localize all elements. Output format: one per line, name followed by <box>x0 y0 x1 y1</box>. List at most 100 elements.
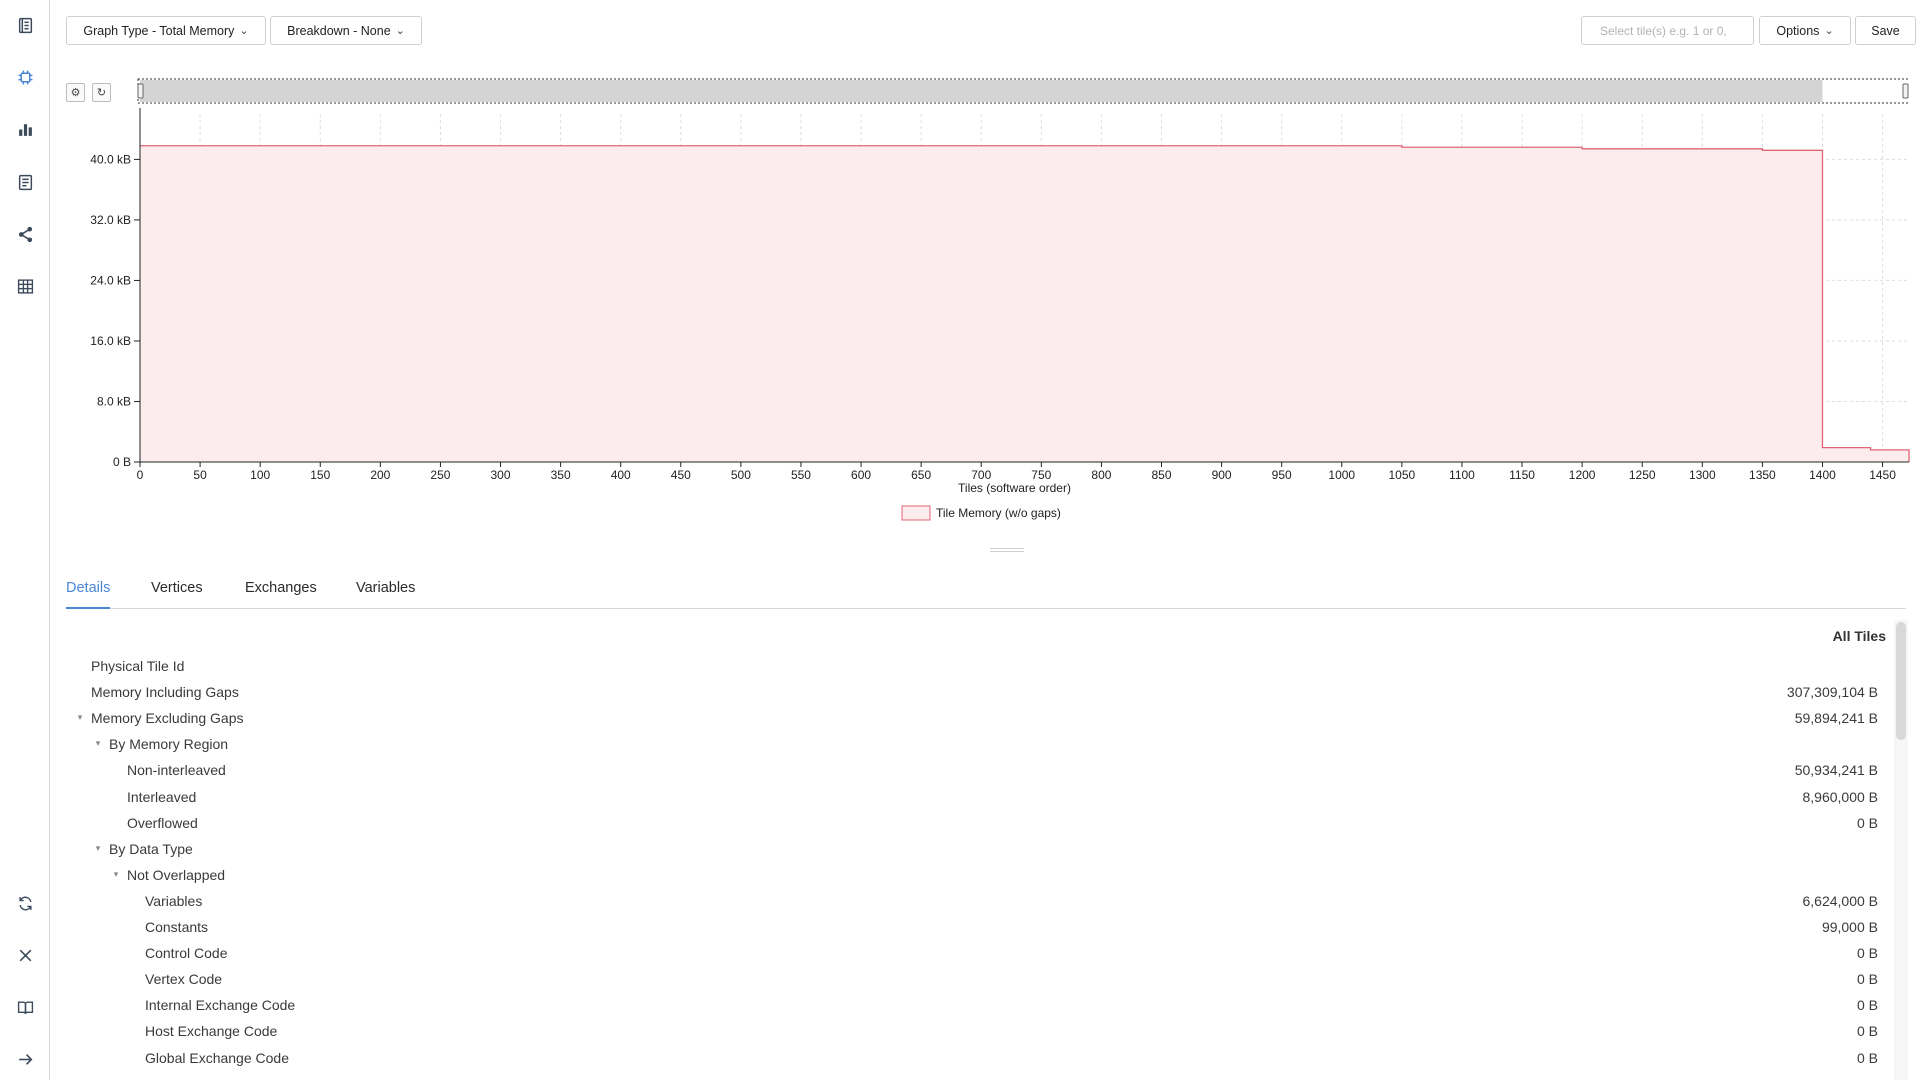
report-icon[interactable] <box>13 13 37 37</box>
x-tick-label: 50 <box>193 468 207 482</box>
share-icon[interactable] <box>13 222 37 246</box>
x-tick-label: 300 <box>491 468 511 482</box>
close-icon[interactable] <box>13 943 37 967</box>
x-tick-label: 1150 <box>1509 468 1535 482</box>
detail-row-value: 0 B <box>1856 1049 1878 1066</box>
arrow-right-icon[interactable] <box>13 1047 37 1071</box>
x-tick-label: 100 <box>250 468 270 482</box>
detail-row-value: 0 B <box>1856 971 1878 988</box>
detail-row: Non-interleaved 50,934,241 B <box>66 758 1886 784</box>
tile-select-input[interactable] <box>1581 16 1754 45</box>
x-tick-label: 600 <box>851 468 871 482</box>
x-tick-label: 1000 <box>1328 468 1355 482</box>
y-tick-label: 24.0 kB <box>90 273 131 287</box>
tab-details[interactable]: Details <box>66 576 111 609</box>
left-rail <box>0 0 50 1080</box>
detail-row-value: 50,934,241 B <box>1794 762 1878 779</box>
detail-row-label: Not Overlapped <box>127 866 226 883</box>
detail-row-label: Control Code <box>145 945 228 962</box>
detail-row-value: 0 B <box>1856 945 1878 962</box>
range-handle[interactable] <box>1902 83 1909 99</box>
detail-row[interactable]: ▾ By Data Type <box>66 837 1886 863</box>
detail-row-label: Non-interleaved <box>127 762 226 779</box>
chevron-down-icon: ⌄ <box>395 25 405 37</box>
y-tick-label: 0 B <box>113 455 131 469</box>
options-dropdown[interactable]: Options ⌄ <box>1759 16 1851 45</box>
detail-row: Global Exchange Code 0 B <box>66 1046 1886 1072</box>
x-tick-label: 850 <box>1151 468 1171 482</box>
x-tick-label: 750 <box>1031 468 1051 482</box>
book-icon[interactable] <box>13 995 37 1019</box>
x-tick-label: 150 <box>310 468 330 482</box>
detail-row[interactable]: ▾ Not Overlapped <box>66 863 1886 889</box>
memory-chart-svg: 0 B 8.0 kB 16.0 kB 24.0 kB 32.0 kB 40.0 kB 0 50… <box>90 78 1910 521</box>
expand-caret-icon[interactable]: ▾ <box>92 737 104 749</box>
x-tick-label: 250 <box>430 468 450 482</box>
x-tick-label: 350 <box>551 468 571 482</box>
legend-label: Tile Memory (w/o gaps) <box>936 506 1061 520</box>
detail-row: Physical Tile Id <box>66 654 1886 680</box>
breakdown-label: Breakdown - None <box>287 23 391 38</box>
expand-caret-icon[interactable]: ▾ <box>74 711 86 723</box>
detail-row-label: Memory Excluding Gaps <box>91 710 244 727</box>
detail-row-value: 0 B <box>1856 997 1878 1014</box>
y-tick-label: 16.0 kB <box>90 334 131 348</box>
detail-row-value: 0 B <box>1856 814 1878 831</box>
x-tick-label: 1300 <box>1689 468 1716 482</box>
x-tick-label: 650 <box>911 468 931 482</box>
details-scrollbar[interactable] <box>1896 622 1906 740</box>
x-tick-label: 1100 <box>1449 468 1475 482</box>
range-handle[interactable] <box>137 83 144 99</box>
detail-row-label: Memory Including Gaps <box>91 684 239 701</box>
tab-vertices[interactable]: Vertices <box>151 576 203 609</box>
detail-row: Constants 99,000 B <box>66 915 1886 941</box>
save-button[interactable]: Save <box>1855 16 1916 45</box>
detail-row-label: Host Exchange Code <box>145 1023 278 1040</box>
detail-row: Variables 6,624,000 B <box>66 889 1886 915</box>
detail-row-label: Physical Tile Id <box>91 658 185 674</box>
expand-caret-icon[interactable]: ▾ <box>92 842 104 854</box>
x-tick-label: 400 <box>611 468 631 482</box>
series-area <box>140 145 1909 462</box>
detail-row[interactable]: ▾ By Memory Region <box>66 732 1886 758</box>
details-table: All Tiles Physical Tile Id Memory Includi… <box>66 620 1894 1080</box>
detail-row-label: By Data Type <box>109 840 193 857</box>
chip-icon[interactable] <box>13 65 37 89</box>
detail-row: Control Code 0 B <box>66 941 1886 967</box>
detail-row-label: By Memory Region <box>109 736 229 753</box>
detail-row-label: Constants <box>145 919 209 935</box>
x-axis-label: Tiles (software order) <box>958 481 1071 495</box>
detail-tabs: Details Vertices Exchanges Variables <box>66 576 1906 609</box>
x-tick-label: 1450 <box>1869 468 1896 482</box>
detail-row: Internal Exchange Code 0 B <box>66 993 1886 1019</box>
x-tick-label: 450 <box>671 468 691 482</box>
breakdown-dropdown[interactable]: Breakdown - None ⌄ <box>270 16 422 45</box>
detail-row[interactable]: ▾ Memory Excluding Gaps 59,894,241 B <box>66 706 1886 732</box>
refresh-icon[interactable] <box>13 891 37 915</box>
detail-row-value: 59,894,241 B <box>1794 710 1878 727</box>
tab-variables[interactable]: Variables <box>356 576 415 609</box>
bar-chart-icon[interactable] <box>13 117 37 141</box>
x-tick-label: 1400 <box>1809 468 1836 482</box>
detail-row-label: Variables <box>145 892 203 909</box>
detail-row-value: 307,309,104 B <box>1786 684 1878 701</box>
expand-caret-icon[interactable]: ▾ <box>110 868 122 880</box>
graph-type-dropdown[interactable]: Graph Type - Total Memory ⌄ <box>66 16 266 45</box>
detail-row-value: 0 B <box>1856 1023 1878 1040</box>
document-icon[interactable] <box>13 170 37 194</box>
detail-row-value: 99,000 B <box>1821 919 1878 935</box>
tab-exchanges[interactable]: Exchanges <box>245 576 317 609</box>
panel-splitter[interactable] <box>990 548 1024 552</box>
x-tick-label: 0 <box>137 468 144 482</box>
y-tick-label: 32.0 kB <box>90 213 131 227</box>
table-icon[interactable] <box>13 274 37 298</box>
save-label: Save <box>1871 23 1900 38</box>
chevron-down-icon: ⌄ <box>1824 25 1834 37</box>
detail-row-label: Overflowed <box>127 814 198 831</box>
x-tick-label: 500 <box>731 468 751 482</box>
detail-row-label: Vertex Code <box>145 971 223 988</box>
x-tick-label: 950 <box>1272 468 1292 482</box>
detail-row-value: 6,624,000 B <box>1802 892 1878 909</box>
detail-row: Memory Including Gaps 307,309,104 B <box>66 680 1886 706</box>
range-selector-fill <box>140 80 1823 102</box>
